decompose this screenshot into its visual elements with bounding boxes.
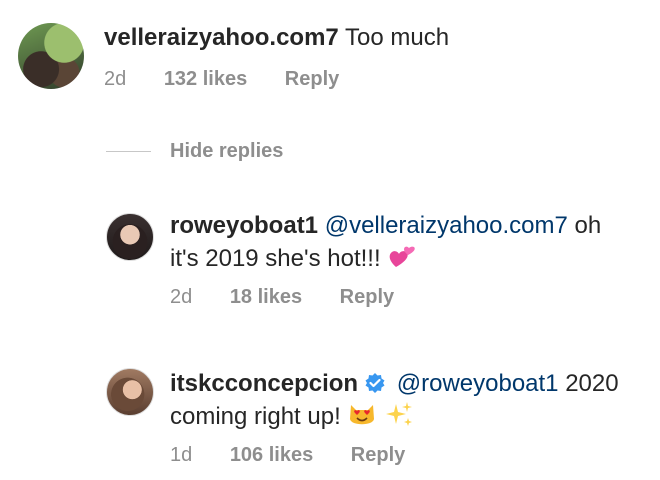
mention-link[interactable]: @roweyoboat1 [397, 370, 559, 397]
comment-body: velleraizyahoo.com7 Too much [104, 23, 449, 53]
comment-text: 2020 [565, 370, 619, 397]
timestamp[interactable]: 2d [170, 286, 192, 308]
username[interactable]: roweyoboat1 [170, 212, 318, 239]
verified-badge-icon [364, 372, 386, 394]
comment-body-line2: coming right up! [170, 399, 414, 437]
heart-eyes-cat-icon [347, 399, 377, 437]
comment-body: roweyoboat1 @velleraizyahoo.com7 oh [170, 211, 601, 241]
comment-meta: 2d 132 likes Reply [104, 67, 339, 91]
comment-meta: 1d 106 likes Reply [170, 443, 405, 467]
avatar[interactable] [106, 368, 154, 416]
likes-count[interactable]: 106 likes [230, 444, 313, 466]
hide-replies-divider [106, 151, 151, 152]
avatar[interactable] [106, 213, 154, 261]
comment-text: it's 2019 she's hot!!! [170, 245, 381, 272]
two-hearts-icon [387, 241, 417, 279]
username[interactable]: velleraizyahoo.com7 [104, 24, 339, 51]
comment-meta: 2d 18 likes Reply [170, 285, 394, 309]
reply-button[interactable]: Reply [340, 286, 394, 308]
timestamp[interactable]: 1d [170, 444, 192, 466]
likes-count[interactable]: 132 likes [164, 68, 247, 90]
reply-button[interactable]: Reply [351, 444, 405, 466]
username[interactable]: itskcconcepcion [170, 370, 358, 397]
likes-count[interactable]: 18 likes [230, 286, 302, 308]
comment-body: itskcconcepcion @roweyoboat1 2020 [170, 369, 619, 399]
mention-link[interactable]: @velleraizyahoo.com7 [325, 212, 568, 239]
sparkles-icon [384, 399, 414, 437]
hide-replies-button[interactable]: Hide replies [170, 139, 283, 163]
comment-text: coming right up! [170, 403, 341, 430]
comment-text: oh [574, 212, 602, 239]
avatar[interactable] [18, 23, 84, 89]
reply-button[interactable]: Reply [285, 68, 339, 90]
comment-text: Too much [345, 24, 450, 51]
comment-body-line2: it's 2019 she's hot!!! [170, 241, 417, 279]
timestamp[interactable]: 2d [104, 68, 126, 90]
